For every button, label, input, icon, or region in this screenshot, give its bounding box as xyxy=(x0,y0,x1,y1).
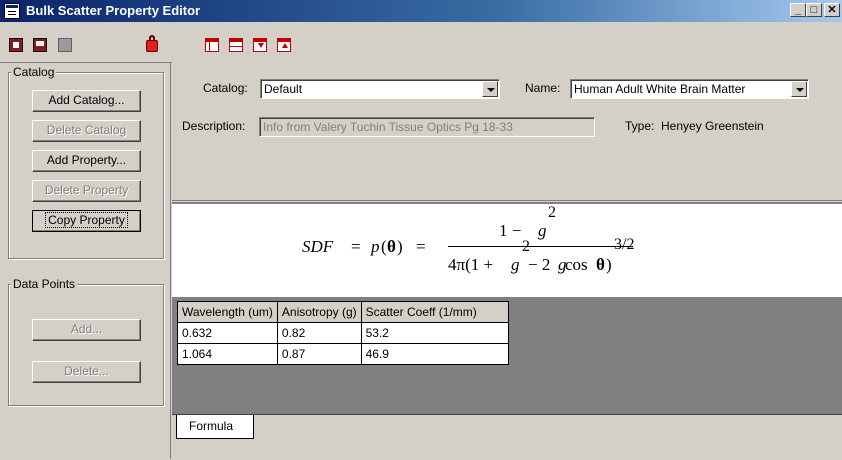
add-data-point-button[interactable]: Add... xyxy=(32,319,141,341)
formula-p: p xyxy=(371,237,380,256)
data-grid-area: Wavelength (um) Anisotropy (g) Scatter C… xyxy=(172,297,842,414)
formula-eq1: = xyxy=(351,237,361,256)
name-select[interactable]: Human Adult White Brain Matter xyxy=(570,79,809,99)
numerator-one-minus: 1 − xyxy=(499,221,522,240)
move-up-icon[interactable] xyxy=(277,38,291,52)
denominator-close: ) xyxy=(606,255,612,274)
add-property-button[interactable]: Add Property... xyxy=(32,150,141,172)
catalog-label: Catalog: xyxy=(203,81,248,95)
data-points-table: Wavelength (um) Anisotropy (g) Scatter C… xyxy=(177,301,509,365)
denominator-exponent: 3/2 xyxy=(614,236,635,253)
formula-open: ( xyxy=(381,237,387,256)
property-form: Catalog: Default Name: Human Adult White… xyxy=(172,62,842,201)
table-cell[interactable]: 0.87 xyxy=(276,343,362,365)
formula-theta: θ xyxy=(387,237,396,256)
column-header-wavelength[interactable]: Wavelength (um) xyxy=(177,301,278,323)
app-icon xyxy=(4,3,20,19)
catalog-group: Catalog Add Catalog... Delete Catalog Ad… xyxy=(8,65,164,259)
catalog-select[interactable]: Default xyxy=(260,79,500,99)
formula-lhs: SDF xyxy=(302,237,334,256)
move-down-icon[interactable] xyxy=(253,38,267,52)
table-cell[interactable]: 1.064 xyxy=(177,343,278,365)
delete-catalog-button[interactable]: Delete Catalog xyxy=(32,120,141,142)
open-catalog-icon[interactable] xyxy=(9,38,23,52)
name-select-value: Human Adult White Brain Matter xyxy=(574,82,746,96)
column-header-scatter-coeff[interactable]: Scatter Coeff (1/mm) xyxy=(360,301,509,323)
table-cell[interactable]: 53.2 xyxy=(360,322,509,344)
type-value: Henyey Greenstein xyxy=(661,119,764,133)
numerator-g: g xyxy=(538,221,547,240)
name-dropdown-icon[interactable] xyxy=(791,81,807,97)
table-row[interactable]: 1.064 0.87 46.9 xyxy=(177,343,509,365)
maximize-button[interactable]: □ xyxy=(806,3,822,17)
denominator-g: g xyxy=(511,255,520,274)
new-catalog-icon[interactable] xyxy=(33,38,47,52)
denominator-cos: cos xyxy=(565,255,588,274)
name-label: Name: xyxy=(525,81,561,95)
formula-panel: SDF = p ( θ ) = 1 − g 2 4π(1 + g 2 − 2 g… xyxy=(172,202,842,298)
copy-property-label: Copy Property xyxy=(45,212,128,228)
data-points-group-label: Data Points xyxy=(11,277,78,291)
denominator-mid: − 2 xyxy=(528,255,551,274)
save-icon[interactable] xyxy=(58,38,72,52)
window-split-icon[interactable] xyxy=(229,38,243,52)
window-left-icon[interactable] xyxy=(205,38,219,52)
description-field[interactable]: Info from Valery Tuchin Tissue Optics Pg… xyxy=(259,117,595,137)
table-cell[interactable]: 0.82 xyxy=(276,322,362,344)
column-header-anisotropy[interactable]: Anisotropy (g) xyxy=(276,301,362,323)
toolbar xyxy=(0,22,842,63)
catalog-select-value: Default xyxy=(264,82,303,96)
table-cell[interactable]: 46.9 xyxy=(360,343,509,365)
title-bar: Bulk Scatter Property Editor _ □ ✕ xyxy=(0,0,842,22)
tab-bar: Formula xyxy=(172,414,842,460)
catalog-group-label: Catalog xyxy=(11,65,57,79)
type-label: Type: xyxy=(625,119,655,133)
catalog-dropdown-icon[interactable] xyxy=(482,81,498,97)
formula-close: ) xyxy=(397,237,403,256)
copy-property-button[interactable]: Copy Property xyxy=(32,210,141,232)
tab-formula[interactable]: Formula xyxy=(176,415,254,439)
add-catalog-button[interactable]: Add Catalog... xyxy=(32,90,141,112)
formula-eq2: = xyxy=(416,237,426,256)
lock-icon[interactable] xyxy=(146,35,158,52)
left-panel: Catalog Add Catalog... Delete Catalog Ad… xyxy=(0,62,171,459)
denominator-prefix: 4π(1 + xyxy=(448,255,494,274)
data-points-group: Data Points Add... Delete... xyxy=(8,277,164,406)
minimize-button[interactable]: _ xyxy=(790,3,806,17)
fraction-bar xyxy=(448,246,633,247)
scattering-formula: SDF = p ( θ ) = 1 − g 2 4π(1 + g 2 − 2 g… xyxy=(172,204,842,298)
window-title: Bulk Scatter Property Editor xyxy=(26,3,201,18)
denominator-theta: θ xyxy=(596,255,605,274)
description-label: Description: xyxy=(182,119,246,133)
delete-property-button[interactable]: Delete Property xyxy=(32,180,141,202)
delete-data-point-button[interactable]: Delete... xyxy=(32,361,141,383)
denominator-g-exponent: 2 xyxy=(522,238,530,255)
numerator-exponent: 2 xyxy=(548,204,556,221)
table-row[interactable]: 0.632 0.82 53.2 xyxy=(177,322,509,344)
table-cell[interactable]: 0.632 xyxy=(177,322,278,344)
close-button[interactable]: ✕ xyxy=(824,3,840,17)
table-header-row: Wavelength (um) Anisotropy (g) Scatter C… xyxy=(177,301,509,323)
